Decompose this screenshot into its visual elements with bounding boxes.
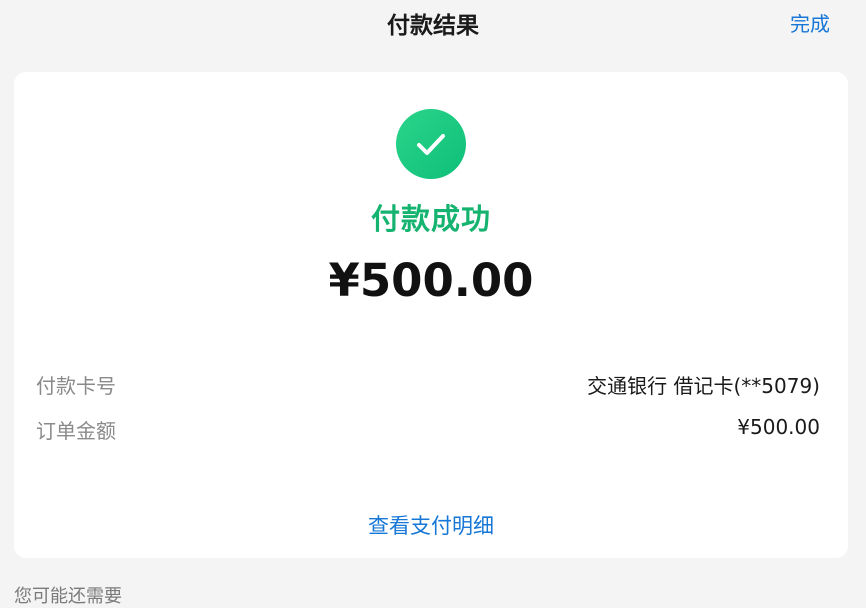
card-number-value: 交通银行 借记卡(**5079) xyxy=(587,374,820,398)
success-check-icon xyxy=(396,109,466,179)
payment-result-card: 付款成功 ¥500.00 付款卡号 交通银行 借记卡(**5079) 订单金额 … xyxy=(14,72,848,558)
payment-status: 付款成功 xyxy=(370,202,491,236)
card-number-label: 付款卡号 xyxy=(36,374,116,398)
top-bar: 付款结果 完成 xyxy=(0,0,866,44)
check-icon xyxy=(417,134,445,155)
payment-amount: ¥500.00 xyxy=(328,254,534,307)
page-title: 付款结果 xyxy=(387,13,479,39)
order-amount-label: 订单金额 xyxy=(36,419,116,443)
more-section-label: 您可能还需要 xyxy=(14,586,122,607)
view-payment-detail-link[interactable]: 查看支付明细 xyxy=(14,510,848,540)
done-button[interactable]: 完成 xyxy=(790,8,830,37)
order-amount-value: ¥500.00 xyxy=(737,415,820,439)
